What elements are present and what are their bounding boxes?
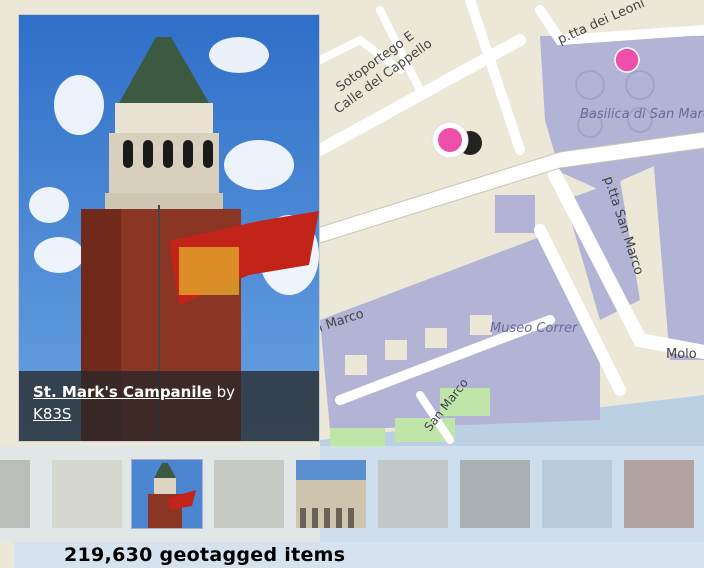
photo-title-link[interactable]: St. Mark's Campanile [33, 383, 212, 401]
photo-author-link[interactable]: K83S [33, 405, 71, 423]
thumbnail[interactable] [378, 460, 448, 528]
thumbnail[interactable] [52, 460, 122, 528]
place-label-basilica: Basilica di San Marco [580, 107, 704, 122]
thumbnail[interactable] [296, 460, 366, 528]
thumbnail-strip [0, 446, 704, 542]
caption-by: by [216, 383, 236, 401]
thumbnail-selected[interactable] [131, 459, 203, 529]
place-label-museo: Museo Correr [490, 321, 579, 336]
thumbnail[interactable] [542, 460, 612, 528]
street-label: Molo [666, 347, 697, 362]
thumbnail[interactable] [624, 460, 694, 528]
thumbnail[interactable] [0, 460, 30, 528]
map-marker[interactable] [614, 47, 640, 73]
geotagged-count: 219,630 geotagged items [64, 544, 346, 566]
thumbnail[interactable] [460, 460, 530, 528]
photo-caption: St. Mark's Campanile by K83S [19, 371, 319, 441]
photo-panel[interactable]: St. Mark's Campanile by K83S [18, 14, 320, 442]
status-bar: 219,630 geotagged items [14, 542, 704, 568]
geotag-widget: Sotoportego E Calle del Cappello p.tta d… [0, 0, 704, 568]
thumbnail[interactable] [214, 460, 284, 528]
